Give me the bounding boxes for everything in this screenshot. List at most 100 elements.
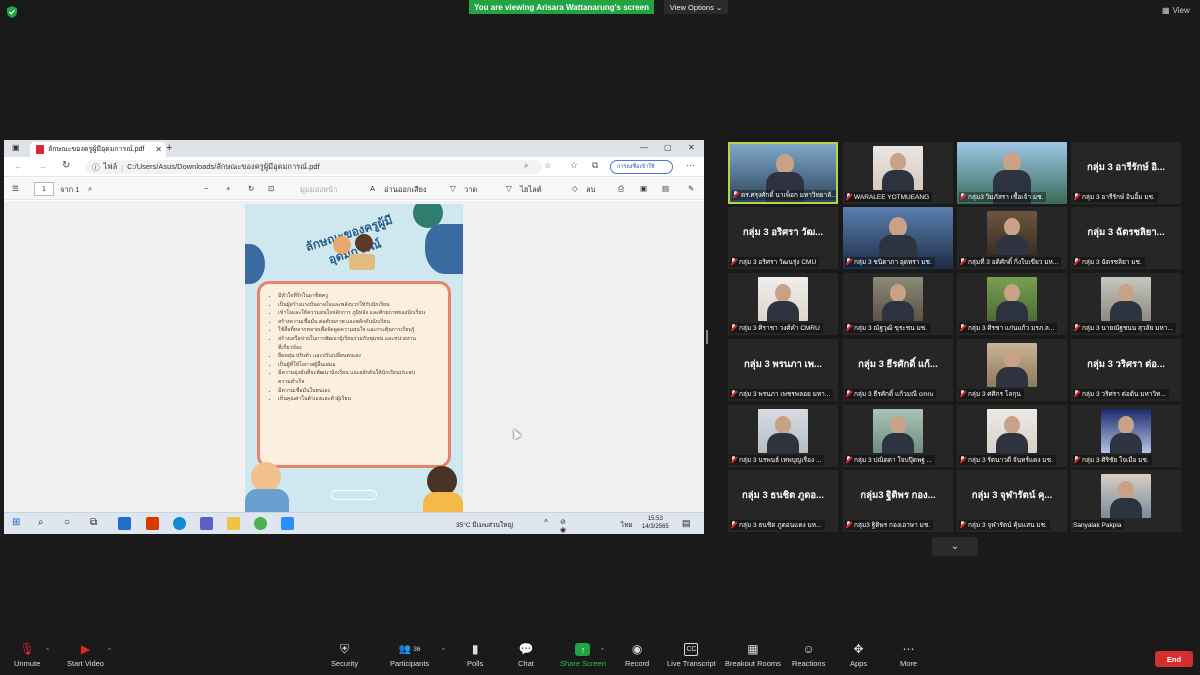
participant-tile[interactable]: ดร.ศรุงศักดิ์ นาเพ็อก มหาวิทยาลั... <box>728 142 838 204</box>
collections-icon[interactable]: ⧉ <box>592 160 598 171</box>
page-number-input[interactable]: 1 <box>34 182 54 196</box>
participant-tile[interactable]: กลุ่ม 3 ณัฐวุฒิ ขุระชน มช. <box>843 273 953 335</box>
windows-start-icon[interactable]: ⊞ <box>12 517 25 530</box>
participant-tile[interactable]: กลุ่ม3 วิมภัสรา เชื้อเจ้า มช. <box>957 142 1067 204</box>
participants-button[interactable]: 👥 36 Participants <box>390 643 429 668</box>
task-view-icon[interactable]: ⧉ <box>90 517 103 530</box>
participant-tile[interactable]: กลุ่ม 3 พรนภา เพ... กลุ่ม 3 พรนภา เพชรพลอ… <box>728 339 838 401</box>
start-video-button[interactable]: ▶ Start Video <box>67 643 104 669</box>
live-transcript-button[interactable]: CC Live Transcript <box>667 643 716 668</box>
back-icon[interactable]: ← <box>14 161 23 171</box>
close-window-icon[interactable]: ✕ <box>688 143 695 152</box>
app-icon[interactable] <box>200 517 213 530</box>
participant-tile[interactable]: กลุ่ม 3 รัตนาวดี จันทร์แดง มช. <box>957 405 1067 467</box>
record-button[interactable]: ◉ Record <box>625 643 649 669</box>
pdf-viewport[interactable]: ลักษณะของครูผู้มีอุดมการณ์ มีหัวใจที่รัก… <box>4 201 704 512</box>
shield-icon[interactable] <box>7 6 17 18</box>
security-button[interactable]: ⛨ Security <box>331 643 358 669</box>
tray-chevron-icon[interactable]: ^ <box>544 518 557 531</box>
participant-tile[interactable]: กลุ่ม 3 ศิราชา วงศ์คำ CMRU <box>728 273 838 335</box>
print-icon[interactable]: ⎙ <box>618 184 624 194</box>
more-button[interactable]: ⋯ More <box>900 643 917 669</box>
participant-tile[interactable]: กลุ่มที่ 3 อดิศักดิ์ กิ่งใบเขียว มห... <box>957 207 1067 269</box>
chat-button[interactable]: 💬 Chat <box>518 643 534 669</box>
favorites-icon[interactable]: ☆ <box>570 160 578 171</box>
read-aloud-button[interactable]: อ่านออกเสียง <box>384 184 427 196</box>
view-button[interactable]: ▦ View <box>1162 6 1190 15</box>
contents-icon[interactable]: ☰ <box>12 184 19 193</box>
participant-tile[interactable]: กลุ่ม 3 จุฬารัตน์ คุ... กลุ่ม 3 จุฬารัตน์… <box>957 470 1067 532</box>
browser-tab[interactable]: ลักษณะของครูผู้มีอุดมการณ์.pdf ✕ <box>30 142 166 157</box>
participant-tile[interactable]: กลุ่ม 3 อารีรักษ์ อิ... กลุ่ม 3 อารีรักษ์… <box>1071 142 1181 204</box>
chrome-icon[interactable] <box>254 517 267 530</box>
participant-tile[interactable]: กลุ่ม3 ฐิติพร กอง... กลุ่ม3 ฐิติพร กองเอา… <box>843 470 953 532</box>
maximize-icon[interactable]: ▢ <box>664 143 672 152</box>
reactions-button[interactable]: ☺ Reactions <box>792 643 825 669</box>
pin-icon[interactable]: ✎ <box>688 184 694 193</box>
clock[interactable]: 15:53 14/3/2565 <box>642 515 669 531</box>
share-options-icon[interactable]: ^ <box>601 648 604 654</box>
file-explorer-icon[interactable] <box>227 517 240 530</box>
participant-tile[interactable]: กลุ่ม 3 ชนิตาภา อุดทรา มช. <box>843 207 953 269</box>
search-icon[interactable]: ⌕ <box>38 517 51 530</box>
highlight-button[interactable]: ไฮไลต์ <box>520 184 542 196</box>
search-icon[interactable]: ⌕ <box>88 184 92 194</box>
participant-tile[interactable]: กลุ่ม 3 ปณิตตา ใจบปุ๊ดพฐ ... <box>843 405 953 467</box>
participants-options-icon[interactable]: ^ <box>442 648 445 654</box>
edge-icon[interactable] <box>173 517 186 530</box>
new-tab-icon[interactable]: + <box>166 142 172 154</box>
video-options-icon[interactable]: ^ <box>108 648 111 654</box>
refresh-icon[interactable]: ↻ <box>62 160 70 171</box>
participant-tile[interactable]: กลุ่ม 3 วริศรา ต่อ... กลุ่ม 3 วริศรา ต่อต… <box>1071 339 1181 401</box>
cortana-icon[interactable]: ○ <box>64 517 77 530</box>
chevron-down-icon[interactable]: ⌄ <box>932 537 978 556</box>
view-options-button[interactable]: View Options ⌄ <box>664 0 728 14</box>
zoom-icon[interactable]: ⌕ <box>524 161 528 171</box>
zoom-out-icon[interactable]: − <box>204 184 208 193</box>
page-view-button[interactable]: มุมมองหน้า <box>300 184 337 196</box>
notification-icon[interactable]: ▤ <box>682 518 695 531</box>
breakout-rooms-button[interactable]: ▦ Breakout Rooms <box>725 643 781 669</box>
muted-mic-icon <box>845 521 852 529</box>
unmute-button[interactable]: 🎙 Unmute <box>14 643 40 669</box>
forward-icon[interactable]: → <box>38 161 47 171</box>
participant-tile[interactable]: WARALEE YOTMUEANG <box>843 142 953 204</box>
participant-tile[interactable]: กลุ่ม 3 ศิริชัย ใจเมือ มช. <box>1071 405 1181 467</box>
window-menu-icon[interactable]: ▣ <box>12 143 20 152</box>
mail-icon[interactable] <box>118 517 131 530</box>
tray-icons[interactable]: ⊘ ◉ ▭ 🔈 <box>560 518 573 534</box>
participant-tile[interactable]: กลุ่ม 3 นรพนธ์ เทพบุญเรือง ... <box>728 405 838 467</box>
draw-button[interactable]: วาด <box>464 184 477 196</box>
weather-status[interactable]: 35°C มีเมฆส่วนใหญ่ <box>456 520 513 530</box>
participant-tile[interactable]: กลุ่ม 3 ศศิกร โลกุน <box>957 339 1067 401</box>
erase-button[interactable]: ลบ <box>586 184 595 196</box>
polls-button[interactable]: ▮ Polls <box>467 643 483 669</box>
address-field[interactable]: ⓘ ไฟล์ | C:/Users/Asus/Downloads/ลักษณะข… <box>86 160 542 174</box>
reader-icon[interactable]: ☆ <box>544 161 551 170</box>
fit-icon[interactable]: ⊡ <box>268 184 274 193</box>
apps-button[interactable]: ✥ Apps <box>850 643 867 669</box>
participant-tile[interactable]: Sanyalak Pakpia <box>1071 470 1181 532</box>
participant-tile[interactable]: กลุ่ม 3 ศิรชา แก่นแก้ว มรภ.ล... <box>957 273 1067 335</box>
zoom-app-icon[interactable] <box>281 517 294 530</box>
minimize-icon[interactable]: — <box>640 143 648 152</box>
participant-tile[interactable]: กลุ่ม 3 นายณัฐชนน สุวลัย มหา... <box>1071 273 1181 335</box>
rotate-icon[interactable]: ↻ <box>248 184 254 193</box>
save-icon[interactable]: ▣ <box>640 184 647 193</box>
shared-screen[interactable]: ▣ ลักษณะของครูผู้มีอุดมการณ์.pdf ✕ + — ▢… <box>4 140 704 534</box>
save-as-icon[interactable]: ▤ <box>662 184 669 193</box>
share-screen-button[interactable]: ↑ Share Screen <box>560 643 606 668</box>
participant-tile[interactable]: กลุ่ม 3 อริศรา วัฒ... กลุ่ม 3 อริศรา วัฒน… <box>728 207 838 269</box>
zoom-in-icon[interactable]: + <box>226 184 230 193</box>
sign-in-button[interactable]: การลงชื่อเข้าใช้ <box>610 160 673 174</box>
close-tab-icon[interactable]: ✕ <box>155 145 162 154</box>
language-indicator[interactable]: ไทย <box>621 520 632 530</box>
panel-splitter[interactable] <box>706 330 708 344</box>
participant-tile[interactable]: กลุ่ม 3 ฉัตรชลิยา... กลุ่ม 3 ฉัตรชลิยา มช… <box>1071 207 1181 269</box>
audio-options-icon[interactable]: ^ <box>46 648 49 654</box>
participant-tile[interactable]: กลุ่ม 3 ธนชิต ภูดอ... กลุ่ม 3 ธนชิต ภูดอน… <box>728 470 838 532</box>
more-menu-icon[interactable]: ⋯ <box>686 160 695 171</box>
office-icon[interactable] <box>146 517 159 530</box>
end-button[interactable]: End <box>1155 651 1193 667</box>
participant-tile[interactable]: กลุ่ม 3 ธีรศักดิ์ แก้... กลุ่ม 3 ธีรศักดิ… <box>843 339 953 401</box>
